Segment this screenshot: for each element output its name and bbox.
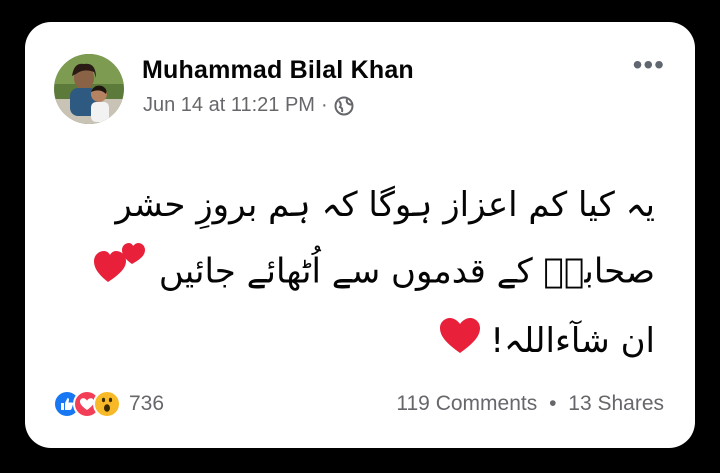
globe-icon (334, 96, 354, 116)
post-line-2: صحابہؓ کے قدموں سے اُٹھائے جائیں (55, 238, 655, 308)
meta-separator: · (320, 94, 328, 116)
post-card: Muhammad Bilal Khan Jun 14 at 11:21 PM ·… (25, 22, 695, 448)
stats-separator: • (549, 392, 557, 415)
red-heart-icon (439, 310, 480, 376)
two-hearts-icon (94, 238, 148, 308)
comments-count[interactable]: 119 Comments (396, 392, 537, 415)
author-avatar[interactable] (54, 54, 124, 124)
post-line-1: یہ کیا کم اعزاز ہوگا کہ ہم بروزِ حشر (115, 185, 655, 225)
shares-count[interactable]: 13 Shares (568, 392, 664, 415)
reaction-count[interactable]: 736 (129, 392, 164, 416)
post-timestamp[interactable]: Jun 14 at 11:21 PM (143, 94, 315, 117)
post-line-3: ان شآءاللہ! (55, 308, 655, 376)
wow-icon (93, 390, 121, 418)
more-options-icon[interactable]: ••• (633, 51, 665, 79)
post-meta: Jun 14 at 11:21 PM · (143, 94, 354, 117)
engagement-stats: 119 Comments • 13 Shares (396, 392, 664, 416)
post-text: یہ کیا کم اعزاز ہوگا کہ ہم بروزِ حشر صحا… (55, 172, 655, 376)
reaction-summary[interactable]: 736 (53, 390, 164, 418)
author-name[interactable]: Muhammad Bilal Khan (142, 56, 414, 85)
